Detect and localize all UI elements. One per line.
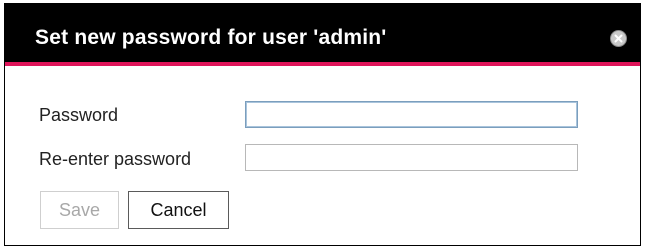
close-icon[interactable] [610,30,627,47]
password-label: Password [39,105,119,125]
cancel-button[interactable]: Cancel [128,191,229,229]
dialog-title-bar: Set new password for user 'admin' [5,4,640,66]
reenter-password-row: Re-enter password [5,143,640,175]
password-row: Password [5,99,640,131]
save-button[interactable]: Save [40,191,119,229]
dialog-title: Set new password for user 'admin' [35,26,387,49]
reenter-password-label: Re-enter password [39,149,192,169]
reenter-password-input[interactable] [245,144,578,171]
password-input[interactable] [245,101,578,128]
set-password-dialog: Set new password for user 'admin' Passwo… [4,3,641,246]
